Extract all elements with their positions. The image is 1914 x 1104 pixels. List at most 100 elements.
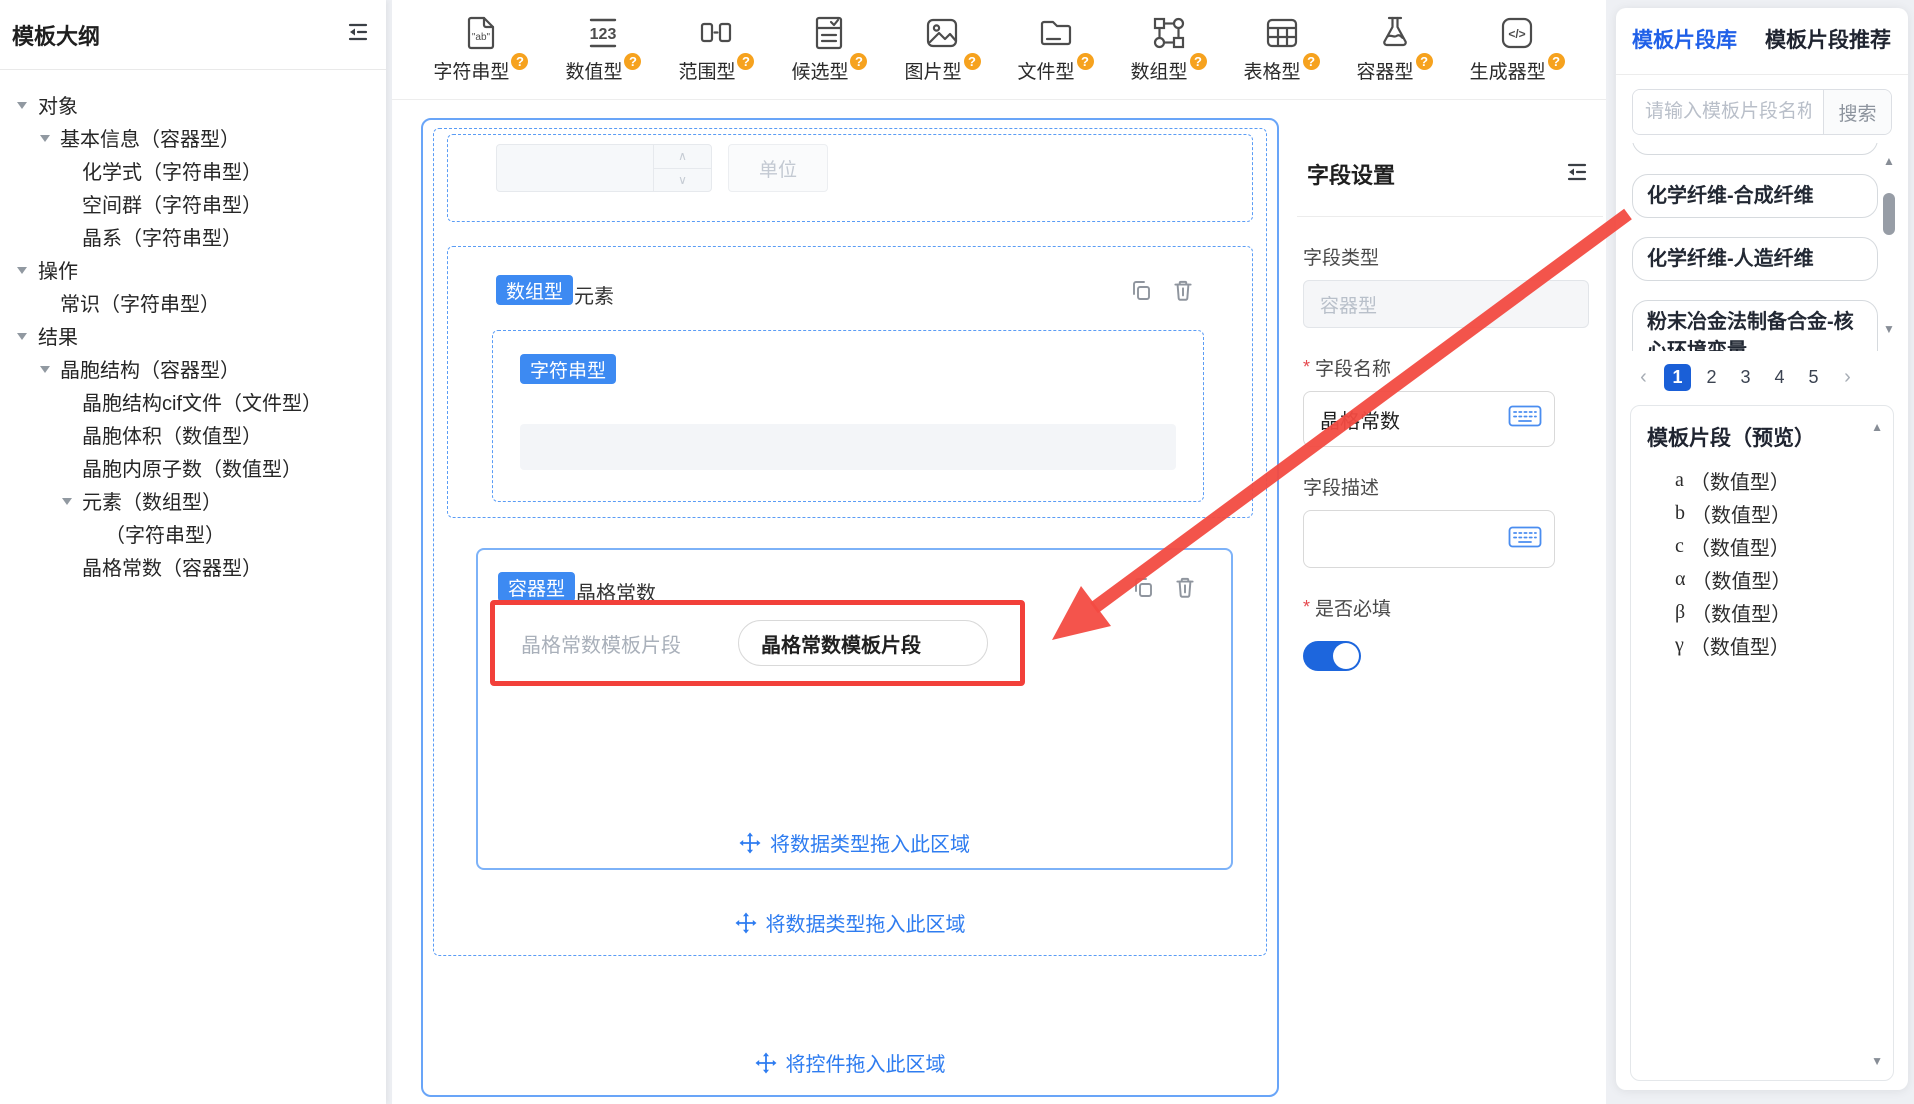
file-type-icon	[1036, 13, 1076, 53]
tree-node-basic-info[interactable]: 基本信息（容器型）	[0, 121, 386, 154]
scroll-up-icon[interactable]: ▲	[1871, 420, 1883, 434]
page-button[interactable]: 3	[1732, 364, 1759, 391]
tree-node-element-array[interactable]: 元素（数组型）	[0, 484, 386, 517]
container-field-group[interactable]: 容器型 晶格常数 将数据类型拖入此区域	[476, 548, 1233, 870]
tree-node-space-group[interactable]: 空间群（字符串型）	[0, 187, 386, 220]
tree-node-cell-structure[interactable]: 晶胞结构（容器型）	[0, 352, 386, 385]
fragment-list: 化学纤维-合成纤维 化学纤维-人造纤维 粉末冶金法制备合金-核心环境变量 ▲ ▼	[1632, 143, 1892, 351]
page-next-icon[interactable]: ›	[1834, 364, 1861, 391]
toolbar-item-table-type[interactable]: 表格型?	[1244, 13, 1320, 99]
fragment-search-input[interactable]	[1633, 90, 1823, 134]
tab-fragment-recommend[interactable]: 模板片段推荐	[1765, 24, 1891, 54]
caret-down-icon[interactable]	[17, 333, 27, 340]
preview-item[interactable]: γ（数值型）	[1675, 629, 1893, 662]
toolbar-item-candidate-type[interactable]: 候选型?	[791, 13, 867, 99]
unit-button[interactable]: 单位	[728, 144, 828, 192]
help-badge-icon[interactable]: ?	[1303, 53, 1320, 70]
collapse-panel-icon[interactable]	[346, 20, 370, 49]
search-button[interactable]: 搜索	[1823, 90, 1891, 134]
toolbar-item-label: 字符串型	[433, 57, 509, 84]
preview-item[interactable]: α（数值型）	[1675, 563, 1893, 596]
collapse-panel-icon[interactable]	[1565, 160, 1589, 189]
keyboard-icon[interactable]	[1508, 403, 1542, 435]
svg-text:123: 123	[590, 26, 617, 43]
drop-widget-zone[interactable]: 将控件拖入此区域	[421, 1048, 1279, 1077]
preview-item[interactable]: b（数值型）	[1675, 497, 1893, 530]
number-input-value[interactable]	[497, 145, 653, 191]
page-prev-icon[interactable]: ‹	[1630, 364, 1657, 391]
field-name-input[interactable]: 晶格常数	[1303, 391, 1555, 447]
help-badge-icon[interactable]: ?	[850, 53, 867, 70]
tree-node-label: 晶胞结构（容器型）	[60, 354, 240, 383]
keyboard-icon[interactable]	[1508, 524, 1542, 555]
delete-icon[interactable]	[1170, 277, 1196, 308]
list-scrollbar[interactable]: ▲ ▼	[1882, 155, 1896, 351]
tree-node-cif-file[interactable]: 晶胞结构cif文件（文件型）	[0, 385, 386, 418]
tree-node-lattice-constant[interactable]: 晶格常数（容器型）	[0, 550, 386, 583]
toolbar-item-image-type[interactable]: 图片型?	[904, 13, 980, 99]
tab-fragment-library[interactable]: 模板片段库	[1632, 24, 1737, 54]
tree-node-cell-volume[interactable]: 晶胞体积（数值型）	[0, 418, 386, 451]
help-badge-icon[interactable]: ?	[1077, 53, 1094, 70]
tree-node-label: 晶胞体积（数值型）	[82, 420, 262, 449]
help-badge-icon[interactable]: ?	[737, 53, 754, 70]
tree-node-atoms-in-cell[interactable]: 晶胞内原子数（数值型）	[0, 451, 386, 484]
help-badge-icon[interactable]: ?	[1548, 53, 1565, 70]
scrollbar-thumb[interactable]	[1883, 193, 1895, 235]
toolbar-item-file-type[interactable]: 文件型?	[1018, 13, 1094, 99]
preview-item[interactable]: c（数值型）	[1675, 530, 1893, 563]
help-badge-icon[interactable]: ?	[624, 53, 641, 70]
library-tabs: 模板片段库 模板片段推荐	[1616, 8, 1908, 54]
list-item[interactable]: 化学纤维-人造纤维	[1632, 237, 1878, 281]
tree-node-common-sense[interactable]: 常识（字符串型）	[0, 286, 386, 319]
delete-icon[interactable]	[1172, 574, 1198, 605]
svg-text:</>: </>	[1508, 27, 1525, 41]
caret-down-icon[interactable]	[40, 366, 50, 373]
help-badge-icon[interactable]: ?	[511, 53, 528, 70]
help-badge-icon[interactable]: ?	[964, 53, 981, 70]
tree-node-object[interactable]: 对象	[0, 88, 386, 121]
caret-down-icon[interactable]	[17, 267, 27, 274]
tree-node-result[interactable]: 结果	[0, 319, 386, 352]
page-button[interactable]: 1	[1664, 364, 1691, 391]
preview-item[interactable]: β（数值型）	[1675, 596, 1893, 629]
duplicate-icon[interactable]	[1128, 277, 1154, 308]
duplicate-icon[interactable]	[1130, 574, 1156, 605]
list-item[interactable]: 化学纤维-合成纤维	[1632, 174, 1878, 218]
page-button[interactable]: 2	[1698, 364, 1725, 391]
help-badge-icon[interactable]: ?	[1416, 53, 1433, 70]
toolbar-item-array-type[interactable]: 数组型?	[1131, 13, 1207, 99]
caret-down-icon[interactable]	[40, 135, 50, 142]
drop-data-label: 将数据类型拖入此区域	[770, 828, 970, 857]
page-button[interactable]: 5	[1800, 364, 1827, 391]
stepper-down-icon[interactable]: ∨	[654, 169, 711, 192]
preview-item[interactable]: a（数值型）	[1675, 464, 1893, 497]
toolbar-item-range-type[interactable]: 范围型?	[678, 13, 754, 99]
tree-node-crystal-system[interactable]: 晶系（字符串型）	[0, 220, 386, 253]
data-type-toolbar: "ab" 字符串型? 123 数值型? 范围型?	[392, 0, 1606, 100]
list-item[interactable]: 粉末冶金法制备合金-核心环境变量	[1632, 300, 1878, 351]
tree-node-chemical-formula[interactable]: 化学式（字符串型）	[0, 154, 386, 187]
fragment-name-input[interactable]	[738, 620, 988, 666]
stepper-up-icon[interactable]: ∧	[654, 145, 711, 169]
list-item-partial[interactable]	[1632, 143, 1878, 155]
toolbar-item-string-type[interactable]: "ab" 字符串型?	[433, 13, 528, 99]
caret-down-icon[interactable]	[62, 498, 72, 505]
drop-data-zone[interactable]: 将数据类型拖入此区域	[433, 908, 1267, 937]
field-desc-input[interactable]	[1303, 510, 1555, 568]
drop-data-zone[interactable]: 将数据类型拖入此区域	[478, 828, 1231, 857]
tree-node-string-child[interactable]: （字符串型）	[0, 517, 386, 550]
toolbar-item-container-type[interactable]: 容器型?	[1357, 13, 1433, 99]
toolbar-item-generator-type[interactable]: </> 生成器型?	[1470, 13, 1565, 99]
caret-down-icon[interactable]	[17, 102, 27, 109]
scroll-up-icon[interactable]: ▲	[1883, 155, 1895, 167]
help-badge-icon[interactable]: ?	[1190, 53, 1207, 70]
page-button[interactable]: 4	[1766, 364, 1793, 391]
required-toggle[interactable]	[1303, 641, 1361, 671]
string-input[interactable]	[520, 424, 1176, 470]
toolbar-item-number-type[interactable]: 123 数值型?	[565, 13, 641, 99]
number-input[interactable]: ∧ ∨	[496, 144, 712, 192]
tree-node-operation[interactable]: 操作	[0, 253, 386, 286]
scroll-down-icon[interactable]: ▼	[1871, 1054, 1883, 1068]
scroll-down-icon[interactable]: ▼	[1883, 323, 1895, 335]
